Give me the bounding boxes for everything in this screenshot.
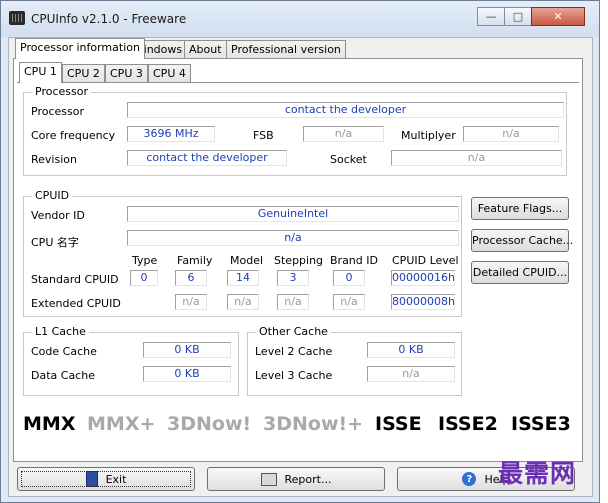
extended-stepping-field: n/a [277, 294, 309, 310]
level-2-cache-label: Level 2 Cache [255, 345, 333, 358]
extended-family-field: n/a [175, 294, 207, 310]
processor-label: Processor [31, 105, 84, 118]
standard-cpuid-label: Standard CPUID [31, 273, 119, 286]
title-bar[interactable]: CPUInfo v2.1.0 - Freeware — □ ✕ [1, 1, 599, 37]
code-cache-field: 0 KB [143, 342, 231, 358]
extended-cpuid-label: Extended CPUID [31, 297, 121, 310]
feature-isse: ISSE [375, 413, 422, 435]
standard-family-field: 6 [175, 270, 207, 286]
watermark-logo: 最需网 [498, 459, 577, 488]
header-stepping: Stepping [274, 254, 324, 267]
level-3-cache-field: n/a [367, 366, 455, 382]
tab-about[interactable]: About [184, 40, 227, 59]
header-cpuid-level: CPUID Level [392, 254, 459, 267]
multiplyer-label: Multiplyer [401, 129, 456, 142]
vendor-id-field: GenuineIntel [127, 206, 459, 222]
maximize-button[interactable]: □ [504, 7, 532, 26]
standard-type-field: 0 [130, 270, 158, 286]
vendor-id-label: Vendor ID [31, 209, 85, 222]
feature-3dnow: 3DNow! [167, 413, 252, 435]
window-title: CPUInfo v2.1.0 - Freeware [31, 12, 187, 26]
core-frequency-field: 3696 MHz [127, 126, 215, 142]
help-icon: ? [462, 472, 477, 486]
exit-button[interactable]: Exit [17, 467, 195, 491]
data-cache-field: 0 KB [143, 366, 231, 382]
report-label: Report... [284, 472, 332, 486]
processor-cache-button[interactable]: Processor Cache... [471, 229, 573, 252]
socket-label: Socket [330, 153, 367, 166]
cpu-chip-icon [9, 11, 25, 25]
exit-label: Exit [105, 472, 127, 486]
header-family: Family [177, 254, 213, 267]
feature-isse3: ISSE3 [511, 413, 571, 435]
tab-cpu-3[interactable]: CPU 3 [105, 64, 148, 83]
core-frequency-label: Core frequency [31, 129, 116, 142]
level-2-cache-field: 0 KB [367, 342, 455, 358]
extended-model-field: n/a [227, 294, 259, 310]
feature-mmx: MMX [23, 413, 76, 435]
data-cache-label: Data Cache [31, 369, 95, 382]
tab-professional-version[interactable]: Professional version [226, 40, 346, 59]
exit-door-icon [85, 471, 98, 487]
processor-field: contact the developer [127, 102, 564, 118]
standard-cpuid-level-field: 00000016h [391, 270, 455, 286]
feature-3dnow-plus: 3DNow!+ [263, 413, 364, 435]
header-type: Type [132, 254, 158, 267]
tab-cpu-4[interactable]: CPU 4 [148, 64, 191, 83]
standard-stepping-field: 3 [277, 270, 309, 286]
other-cache-group-title: Other Cache [256, 325, 331, 338]
header-brand-id: Brand ID [330, 254, 378, 267]
minimize-icon: — [485, 10, 497, 23]
cpu-tab-divider [17, 82, 579, 83]
standard-brand-id-field: 0 [333, 270, 365, 286]
minimize-button[interactable]: — [477, 7, 505, 26]
code-cache-label: Code Cache [31, 345, 97, 358]
cpu-name-label: CPU 名字 [31, 236, 79, 249]
l1-cache-group-title: L1 Cache [32, 325, 89, 338]
feature-flags-button[interactable]: Feature Flags... [471, 197, 569, 220]
printer-icon [260, 472, 277, 486]
fsb-field: n/a [303, 126, 384, 142]
feature-mmx-plus: MMX+ [87, 413, 156, 435]
maximize-icon: □ [512, 10, 524, 23]
standard-model-field: 14 [227, 270, 259, 286]
extended-cpuid-level-field: 80000008h [391, 294, 455, 310]
header-model: Model [230, 254, 264, 267]
socket-field: n/a [391, 150, 562, 166]
detailed-cpuid-button[interactable]: Detailed CPUID... [471, 261, 569, 284]
revision-label: Revision [31, 153, 77, 166]
tab-cpu-1[interactable]: CPU 1 [19, 62, 62, 83]
multiplyer-field: n/a [463, 126, 559, 142]
extended-brand-id-field: n/a [333, 294, 365, 310]
processor-group-title: Processor [32, 85, 91, 98]
cpu-name-field: n/a [127, 230, 459, 246]
tab-cpu-2[interactable]: CPU 2 [62, 64, 105, 83]
fsb-label: FSB [253, 129, 274, 142]
level-3-cache-label: Level 3 Cache [255, 369, 333, 382]
report-button[interactable]: Report... [207, 467, 385, 491]
tab-processor-information[interactable]: Processor information [15, 38, 145, 59]
feature-isse2: ISSE2 [438, 413, 498, 435]
close-button[interactable]: ✕ [531, 7, 585, 26]
cpuid-group-title: CPUID [32, 189, 73, 202]
revision-field: contact the developer [127, 150, 287, 166]
close-icon: ✕ [553, 10, 563, 23]
